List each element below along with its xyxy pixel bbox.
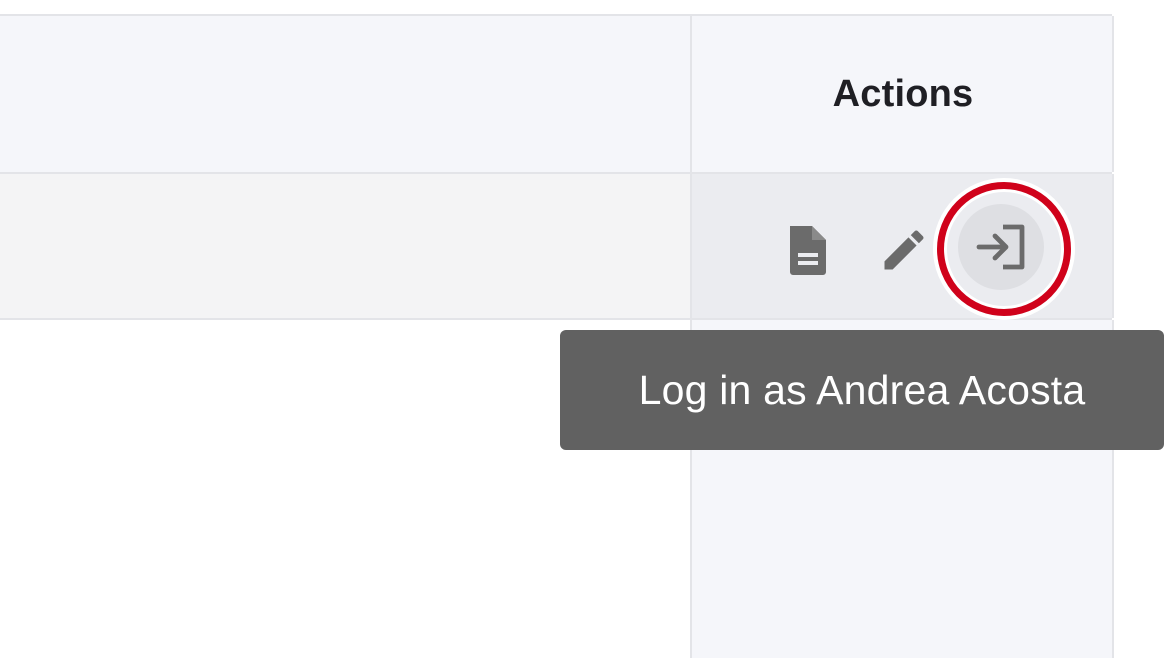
login-as-user-button[interactable] xyxy=(958,204,1044,290)
table-row xyxy=(0,174,1114,320)
view-button[interactable] xyxy=(772,214,844,286)
header-cell-actions: Actions xyxy=(690,16,1114,172)
tooltip-text: Log in as Andrea Acosta xyxy=(638,366,1086,413)
actions-cell xyxy=(690,174,1114,318)
pencil-icon xyxy=(884,230,924,270)
actions-column-header: Actions xyxy=(832,72,974,115)
table-cell xyxy=(0,174,690,318)
header-cell xyxy=(0,16,690,172)
table-header-row: Actions xyxy=(0,16,1114,174)
document-icon xyxy=(790,226,826,275)
login-arrow-icon xyxy=(976,224,1025,270)
screen: Actions Log in as Andrea Acosta xyxy=(0,0,1170,658)
edit-button[interactable] xyxy=(868,214,940,286)
tooltip: Log in as Andrea Acosta xyxy=(560,330,1164,450)
